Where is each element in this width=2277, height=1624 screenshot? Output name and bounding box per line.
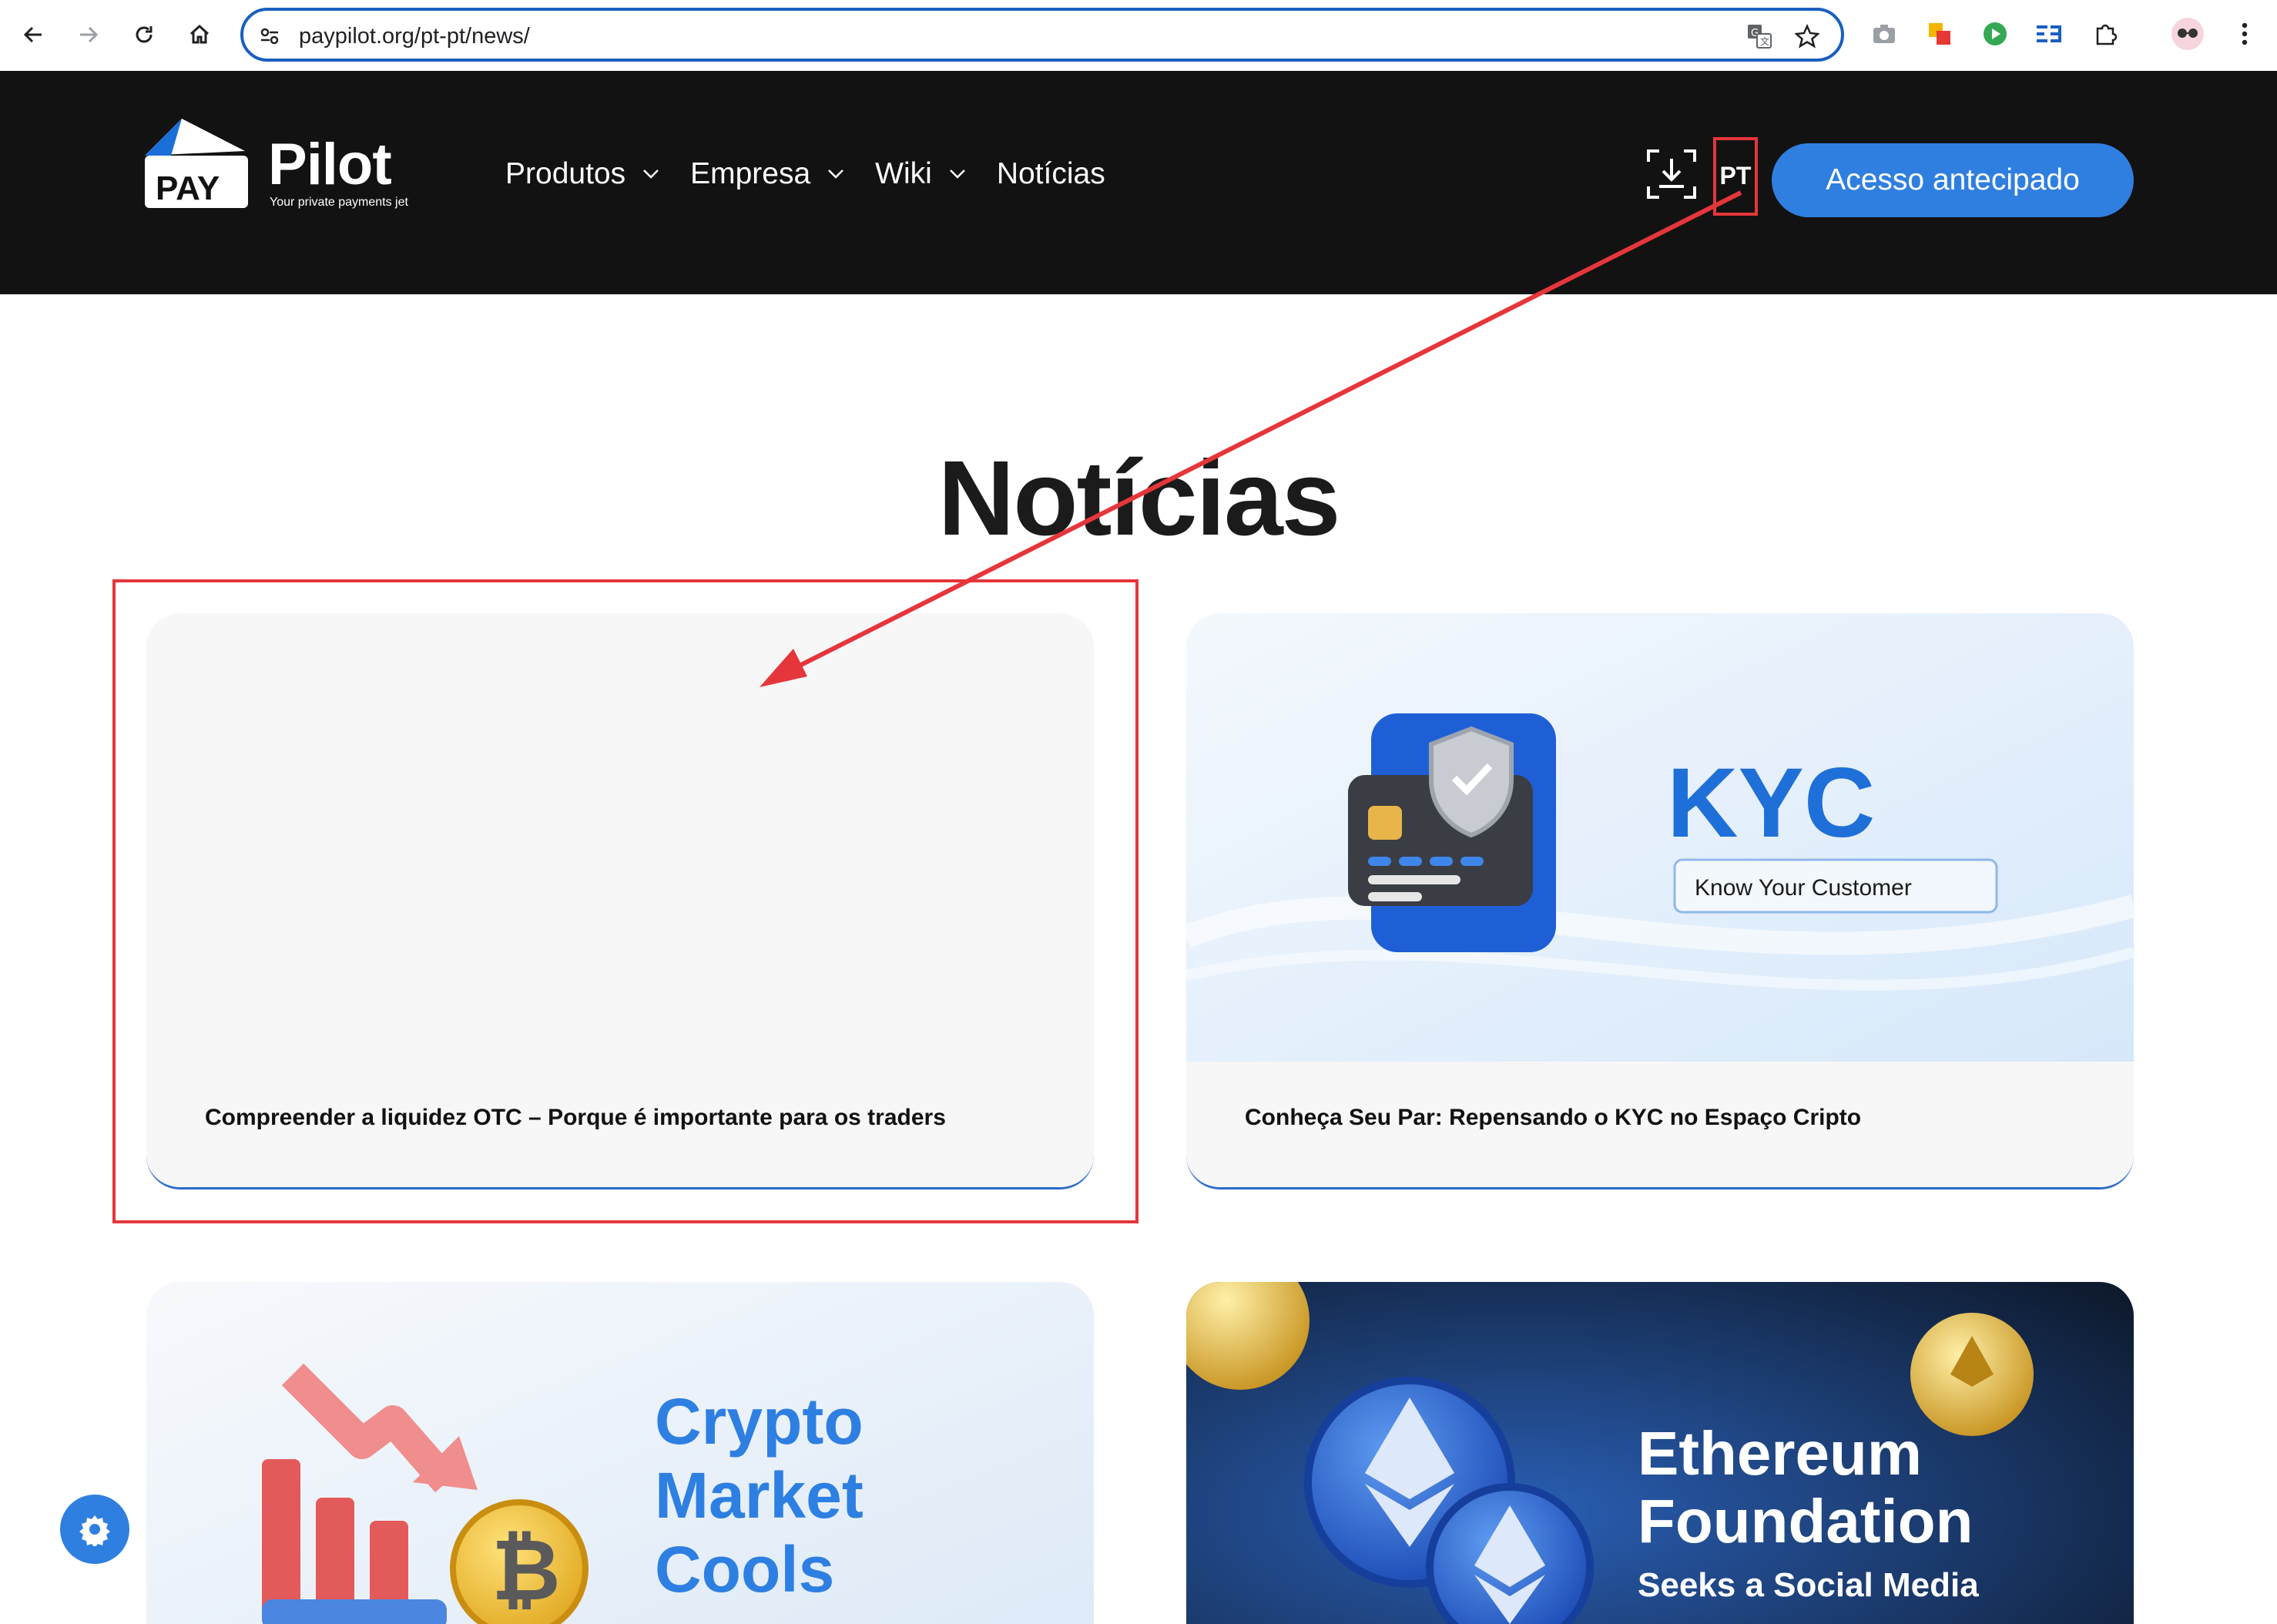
- page-title: Notícias: [937, 439, 1341, 558]
- main-menu: Produtos Empresa Wiki Notícias: [505, 157, 1136, 191]
- brand-word: Pilot: [268, 132, 392, 197]
- kyc-headline: KYC: [1667, 748, 1875, 858]
- browser-toolbar: paypilot.org/pt-pt/news/ G文: [0, 0, 2277, 69]
- kyc-badge-text: Know Your Customer: [1695, 875, 1912, 901]
- news-card-crypto-market[interactable]: ₿ Crypto Market Cools: [146, 1282, 1094, 1624]
- language-highlight-box: [1713, 137, 1758, 216]
- early-access-button[interactable]: Acesso antecipado: [1772, 143, 2134, 217]
- settings-gear-button[interactable]: [60, 1495, 129, 1564]
- menu-item-noticias[interactable]: Notícias: [997, 157, 1105, 191]
- gear-icon: [79, 1515, 110, 1546]
- menu-item-label: Wiki: [875, 157, 932, 190]
- chevron-down-icon: [949, 169, 965, 179]
- reload-icon[interactable]: [125, 15, 163, 54]
- card-image-crypto-market: ₿ Crypto Market Cools: [146, 1282, 1094, 1624]
- extension-office-icon[interactable]: [1923, 17, 1957, 51]
- crypto-line-2: Market: [655, 1459, 864, 1532]
- menu-item-produtos[interactable]: Produtos: [505, 157, 659, 191]
- chevron-down-icon: [828, 169, 844, 179]
- crypto-line-1: Crypto: [655, 1385, 864, 1458]
- forward-icon[interactable]: [69, 15, 108, 54]
- extension-play-icon[interactable]: [1978, 17, 2012, 51]
- menu-item-empresa[interactable]: Empresa: [690, 157, 844, 191]
- bookmark-star-icon[interactable]: [1792, 21, 1823, 52]
- menu-item-label: Produtos: [505, 157, 626, 190]
- menu-icon[interactable]: [2228, 17, 2262, 51]
- crypto-line-3: Cools: [655, 1533, 834, 1606]
- card-caption[interactable]: Conheça Seu Par: Repensando o KYC no Esp…: [1245, 1105, 1861, 1131]
- extension-list-icon[interactable]: [2032, 17, 2066, 51]
- back-icon[interactable]: [14, 15, 52, 54]
- translate-icon[interactable]: G文: [1744, 21, 1775, 52]
- url-text[interactable]: paypilot.org/pt-pt/news/: [299, 24, 530, 49]
- site-info-icon[interactable]: [254, 21, 285, 52]
- menu-item-wiki[interactable]: Wiki: [875, 157, 966, 191]
- eth-line-2: Foundation: [1638, 1487, 1973, 1555]
- menu-item-label: Notícias: [996, 157, 1105, 190]
- download-app-icon[interactable]: [1645, 148, 1698, 200]
- news-card-ethereum-foundation[interactable]: Ethereum Foundation Seeks a Social Media: [1186, 1282, 2134, 1624]
- paypilot-logo-mark: PAY: [145, 119, 248, 208]
- eth-subline: Seeks a Social Media: [1638, 1566, 1979, 1604]
- card-highlight-box: [112, 579, 1138, 1223]
- svg-text:文: 文: [1760, 35, 1769, 47]
- eth-line-1: Ethereum: [1638, 1419, 1922, 1488]
- bitcoin-icon: ₿: [491, 1521, 561, 1619]
- news-card-kyc[interactable]: KYC Know Your Customer Conheça Seu Par: …: [1186, 613, 2134, 1189]
- home-icon[interactable]: [180, 15, 219, 54]
- address-bar[interactable]: paypilot.org/pt-pt/news/ G文: [240, 8, 1844, 62]
- paypilot-logo[interactable]: PAY Pilot Your private payments jet: [145, 119, 430, 211]
- logo-badge-text: PAY: [156, 169, 220, 207]
- profile-icon[interactable]: [2171, 17, 2205, 51]
- camera-icon[interactable]: [1867, 17, 1901, 51]
- card-image-kyc: KYC Know Your Customer: [1186, 613, 2134, 1062]
- chevron-down-icon: [643, 169, 659, 179]
- site-header: PAY Pilot Your private payments jet Prod…: [0, 71, 2277, 294]
- menu-item-label: Empresa: [690, 157, 811, 190]
- card-image-ethereum: Ethereum Foundation Seeks a Social Media: [1186, 1282, 2134, 1624]
- extension-icon[interactable]: [2089, 17, 2123, 51]
- brand-tagline: Your private payments jet: [270, 196, 408, 209]
